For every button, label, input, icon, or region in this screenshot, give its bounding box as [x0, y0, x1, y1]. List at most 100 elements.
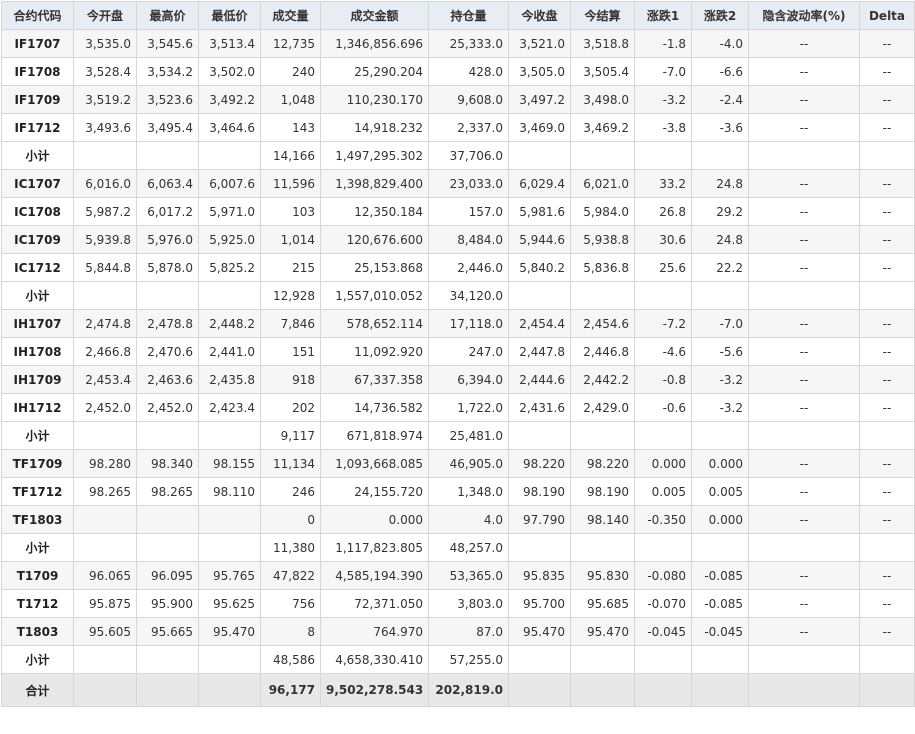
cell-high: 95.665 [136, 617, 199, 646]
cell-high: 3,545.6 [136, 29, 199, 58]
table-header: 合约代码 今开盘 最高价 最低价 成交量 成交金额 持仓量 今收盘 今结算 涨跌… [1, 1, 915, 30]
cell-settle: 3,518.8 [570, 29, 635, 58]
table-row: IH1707 2,474.8 2,478.8 2,448.2 7,846 578,652.… [1, 309, 915, 338]
header-close[interactable]: 今收盘 [508, 1, 571, 30]
cell-change-1: -3.2 [634, 85, 692, 114]
table-body: IF1707 3,535.0 3,545.6 3,513.4 12,735 1,346,8… [1, 29, 915, 707]
cell-open-interest: 6,394.0 [428, 365, 509, 394]
cell-settle: 2,442.2 [570, 365, 635, 394]
cell-change-1: -1.8 [634, 29, 692, 58]
cell-open: 3,493.6 [73, 113, 137, 142]
header-open[interactable]: 今开盘 [73, 1, 137, 30]
cell-close: 95.700 [508, 589, 571, 618]
cell-open: 5,939.8 [73, 225, 137, 254]
table-row: IC1709 5,939.8 5,976.0 5,925.0 1,014 120,676.… [1, 225, 915, 254]
table-row: T1712 95.875 95.900 95.625 756 72,371.050 3,80… [1, 589, 915, 618]
cell-high: 2,463.6 [136, 365, 199, 394]
cell-implied-volatility: -- [748, 57, 860, 86]
cell-delta [859, 281, 915, 310]
cell-high: 2,452.0 [136, 393, 199, 422]
table-row: T1803 95.605 95.665 95.470 8 764.970 87.0 95.47… [1, 617, 915, 646]
header-open-interest[interactable]: 持仓量 [428, 1, 509, 30]
cell-change-2: -5.6 [691, 337, 749, 366]
cell-low [198, 421, 261, 450]
cell-high: 5,976.0 [136, 225, 199, 254]
subtotal-row: 小计 11,380 1,117,823.805 48,257.0 [1, 533, 915, 562]
cell-open-interest: 87.0 [428, 617, 509, 646]
cell-contract-code: IF1709 [1, 85, 74, 114]
subtotal-row: 小计 12,928 1,557,010.052 34,120.0 [1, 281, 915, 310]
cell-high: 6,063.4 [136, 169, 199, 198]
header-change-1[interactable]: 涨跌1 [634, 1, 692, 30]
cell-turnover: 1,557,010.052 [320, 281, 429, 310]
cell-change-2: -3.6 [691, 113, 749, 142]
cell-turnover: 72,371.050 [320, 589, 429, 618]
cell-open: 98.280 [73, 449, 137, 478]
cell-volume: 11,596 [260, 169, 321, 198]
cell-turnover: 110,230.170 [320, 85, 429, 114]
table-row: IC1712 5,844.8 5,878.0 5,825.2 215 25,153.868… [1, 253, 915, 282]
header-volume[interactable]: 成交量 [260, 1, 321, 30]
cell-open [73, 533, 137, 562]
cell-delta [859, 645, 915, 674]
cell-contract-code: IH1709 [1, 365, 74, 394]
cell-turnover: 4,658,330.410 [320, 645, 429, 674]
cell-volume: 11,380 [260, 533, 321, 562]
cell-volume: 151 [260, 337, 321, 366]
cell-delta: -- [859, 197, 915, 226]
cell-low [198, 141, 261, 170]
cell-change-1 [634, 645, 692, 674]
cell-close [508, 645, 571, 674]
cell-high [136, 673, 199, 707]
cell-implied-volatility [748, 673, 860, 707]
cell-change-1: 0.005 [634, 477, 692, 506]
cell-settle: 2,429.0 [570, 393, 635, 422]
table-row: TF1803 0 0.000 4.0 97.790 98.140 -0.350 0.000 --… [1, 505, 915, 534]
cell-volume: 240 [260, 57, 321, 86]
cell-turnover: 1,398,829.400 [320, 169, 429, 198]
cell-turnover: 0.000 [320, 505, 429, 534]
header-high[interactable]: 最高价 [136, 1, 199, 30]
cell-implied-volatility: -- [748, 365, 860, 394]
cell-high: 98.265 [136, 477, 199, 506]
cell-settle [570, 645, 635, 674]
cell-settle: 3,505.4 [570, 57, 635, 86]
table-row: IC1708 5,987.2 6,017.2 5,971.0 103 12,350.184… [1, 197, 915, 226]
cell-implied-volatility [748, 533, 860, 562]
cell-high: 2,478.8 [136, 309, 199, 338]
header-turnover[interactable]: 成交金额 [320, 1, 429, 30]
cell-settle [570, 673, 635, 707]
cell-turnover: 25,153.868 [320, 253, 429, 282]
cell-high: 3,495.4 [136, 113, 199, 142]
table-row: IH1708 2,466.8 2,470.6 2,441.0 151 11,092.920… [1, 337, 915, 366]
cell-close: 5,840.2 [508, 253, 571, 282]
cell-implied-volatility: -- [748, 337, 860, 366]
header-settle[interactable]: 今结算 [570, 1, 635, 30]
cell-change-1 [634, 281, 692, 310]
cell-turnover: 120,676.600 [320, 225, 429, 254]
cell-implied-volatility: -- [748, 197, 860, 226]
cell-open-interest: 17,118.0 [428, 309, 509, 338]
cell-change-1: -0.8 [634, 365, 692, 394]
header-low[interactable]: 最低价 [198, 1, 261, 30]
cell-contract-code: IC1707 [1, 169, 74, 198]
cell-high [136, 141, 199, 170]
cell-implied-volatility [748, 141, 860, 170]
cell-contract-code: IF1707 [1, 29, 74, 58]
cell-delta: -- [859, 365, 915, 394]
table-row: IF1708 3,528.4 3,534.2 3,502.0 240 25,290.204… [1, 57, 915, 86]
header-change-2[interactable]: 涨跌2 [691, 1, 749, 30]
table-row: IF1712 3,493.6 3,495.4 3,464.6 143 14,918.232… [1, 113, 915, 142]
cell-open: 98.265 [73, 477, 137, 506]
cell-change-2: -2.4 [691, 85, 749, 114]
cell-volume: 11,134 [260, 449, 321, 478]
header-implied-volatility[interactable]: 隐含波动率(%) [748, 1, 860, 30]
header-delta[interactable]: Delta [859, 1, 915, 30]
cell-low: 2,435.8 [198, 365, 261, 394]
cell-change-2: -0.045 [691, 617, 749, 646]
cell-change-1 [634, 421, 692, 450]
cell-low: 6,007.6 [198, 169, 261, 198]
cell-change-1: -0.045 [634, 617, 692, 646]
table-row: IH1712 2,452.0 2,452.0 2,423.4 202 14,736.582… [1, 393, 915, 422]
header-contract-code[interactable]: 合约代码 [1, 1, 74, 30]
